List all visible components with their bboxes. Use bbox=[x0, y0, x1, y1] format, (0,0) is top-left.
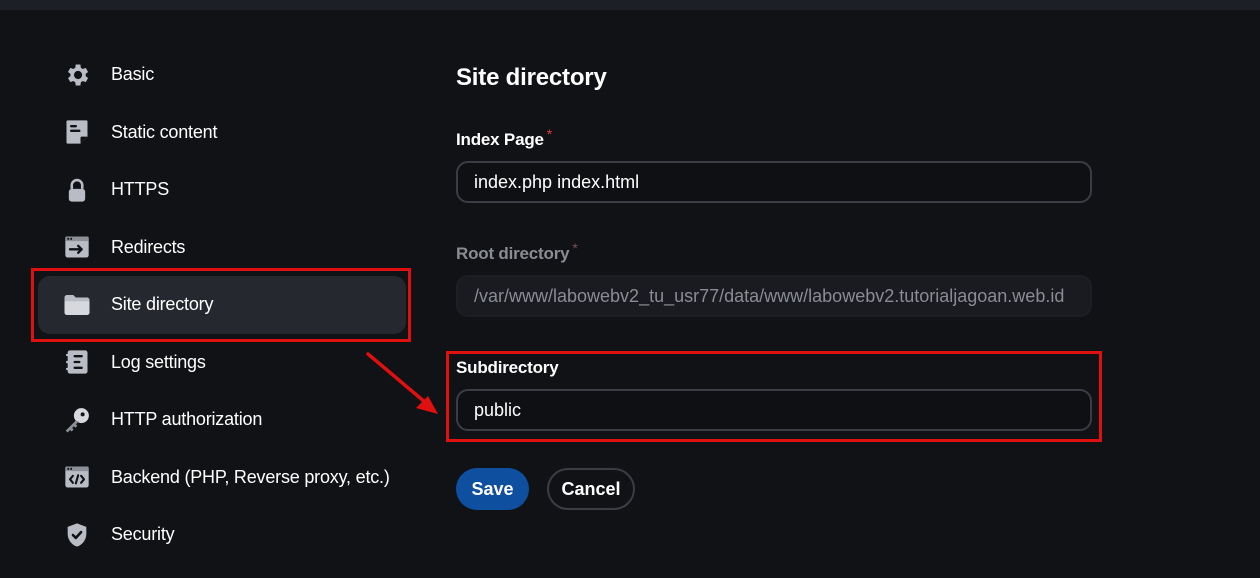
sidebar-item-label: Log settings bbox=[111, 351, 206, 372]
key-icon bbox=[62, 405, 92, 435]
settings-sidebar: Basic Static content HTTPS Redirects Sit… bbox=[38, 46, 406, 564]
sidebar-item-basic[interactable]: Basic bbox=[38, 46, 406, 104]
index-page-label: Index Page * bbox=[456, 126, 552, 150]
sidebar-item-label: Site directory bbox=[111, 294, 214, 315]
subdirectory-input[interactable] bbox=[456, 389, 1092, 431]
sidebar-item-label: Security bbox=[111, 524, 175, 545]
page-title: Site directory bbox=[456, 64, 607, 91]
sidebar-item-https[interactable]: HTTPS bbox=[38, 161, 406, 219]
redirect-icon bbox=[62, 232, 92, 262]
sidebar-item-http-authorization[interactable]: HTTP authorization bbox=[38, 391, 406, 449]
folder-icon bbox=[62, 290, 92, 320]
root-directory-label: Root directory * bbox=[456, 240, 578, 264]
sidebar-item-log-settings[interactable]: Log settings bbox=[38, 334, 406, 392]
sidebar-item-site-directory[interactable]: Site directory bbox=[38, 276, 406, 334]
top-bar bbox=[0, 0, 1260, 10]
sidebar-item-security[interactable]: Security bbox=[38, 506, 406, 564]
root-directory-label-text: Root directory bbox=[456, 244, 570, 263]
annotation-arrow bbox=[366, 352, 438, 414]
sidebar-item-label: HTTP authorization bbox=[111, 409, 263, 430]
shield-check-icon bbox=[62, 520, 92, 550]
document-icon bbox=[62, 117, 92, 147]
sidebar-item-redirects[interactable]: Redirects bbox=[38, 219, 406, 277]
sidebar-item-label: Redirects bbox=[111, 236, 186, 257]
save-button[interactable]: Save bbox=[456, 468, 529, 510]
sidebar-item-label: Basic bbox=[111, 64, 155, 85]
lock-icon bbox=[62, 175, 92, 205]
sidebar-item-static-content[interactable]: Static content bbox=[38, 104, 406, 162]
cancel-button[interactable]: Cancel bbox=[547, 468, 635, 510]
log-icon bbox=[62, 347, 92, 377]
index-page-input[interactable] bbox=[456, 161, 1092, 203]
index-page-label-text: Index Page bbox=[456, 130, 544, 149]
gear-icon bbox=[62, 60, 92, 90]
sidebar-item-backend[interactable]: Backend (PHP, Reverse proxy, etc.) bbox=[38, 449, 406, 507]
sidebar-item-label: HTTPS bbox=[111, 179, 170, 200]
subdirectory-label: Subdirectory bbox=[456, 358, 559, 377]
required-mark: * bbox=[572, 240, 578, 256]
code-window-icon bbox=[62, 462, 92, 492]
root-directory-input bbox=[456, 275, 1092, 317]
sidebar-item-label: Static content bbox=[111, 121, 218, 142]
sidebar-item-label: Backend (PHP, Reverse proxy, etc.) bbox=[111, 466, 390, 487]
required-mark: * bbox=[546, 126, 553, 142]
